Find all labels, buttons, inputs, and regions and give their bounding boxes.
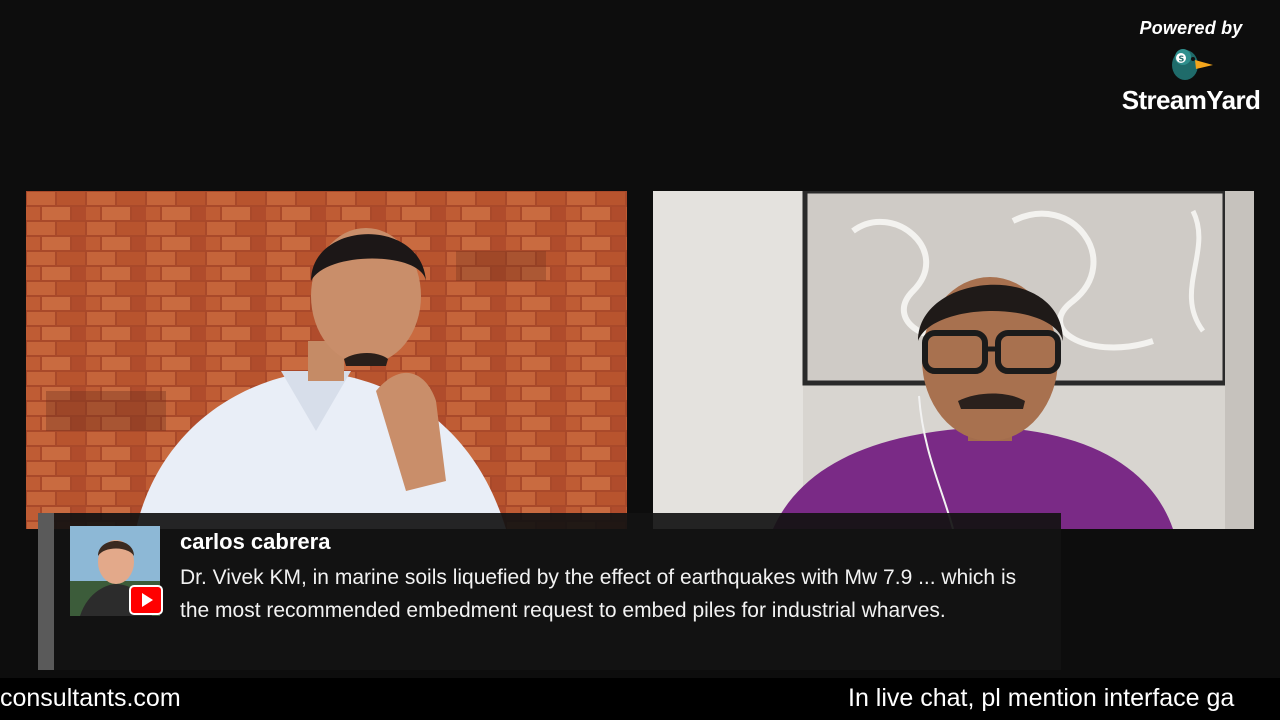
streamyard-branding: Powered by S StreamYard: [1116, 18, 1266, 116]
wordmark-stream: Stream: [1121, 85, 1207, 115]
youtube-icon: [129, 585, 163, 615]
ticker-text-right: In live chat, pl mention interface ga: [848, 684, 1235, 712]
comment-message: Dr. Vivek KM, in marine soils liquefied …: [180, 566, 1017, 622]
brick-wall-scene: [26, 191, 627, 529]
participant-video-left: [26, 191, 627, 529]
duck-logo-icon: S: [1172, 49, 1213, 80]
ticker-text-left: consultants.com: [0, 684, 181, 712]
comment-author: carlos cabrera: [180, 529, 331, 554]
wordmark-yard: Yard: [1206, 85, 1261, 115]
room-wall-scene: [653, 191, 1254, 529]
participant-video-right: [653, 191, 1254, 529]
scrolling-ticker: consultants.com In live chat, pl mention…: [0, 678, 1280, 720]
streamyard-wordmark: StreamYard: [1116, 85, 1266, 116]
svg-text:S: S: [1179, 55, 1185, 64]
powered-by-label: Powered by: [1139, 18, 1243, 38]
chat-comment-banner: carlos cabrera Dr. Vivek KM, in marine s…: [38, 513, 1061, 670]
play-glyph: [142, 593, 153, 607]
comment-accent-bar: [38, 513, 54, 670]
